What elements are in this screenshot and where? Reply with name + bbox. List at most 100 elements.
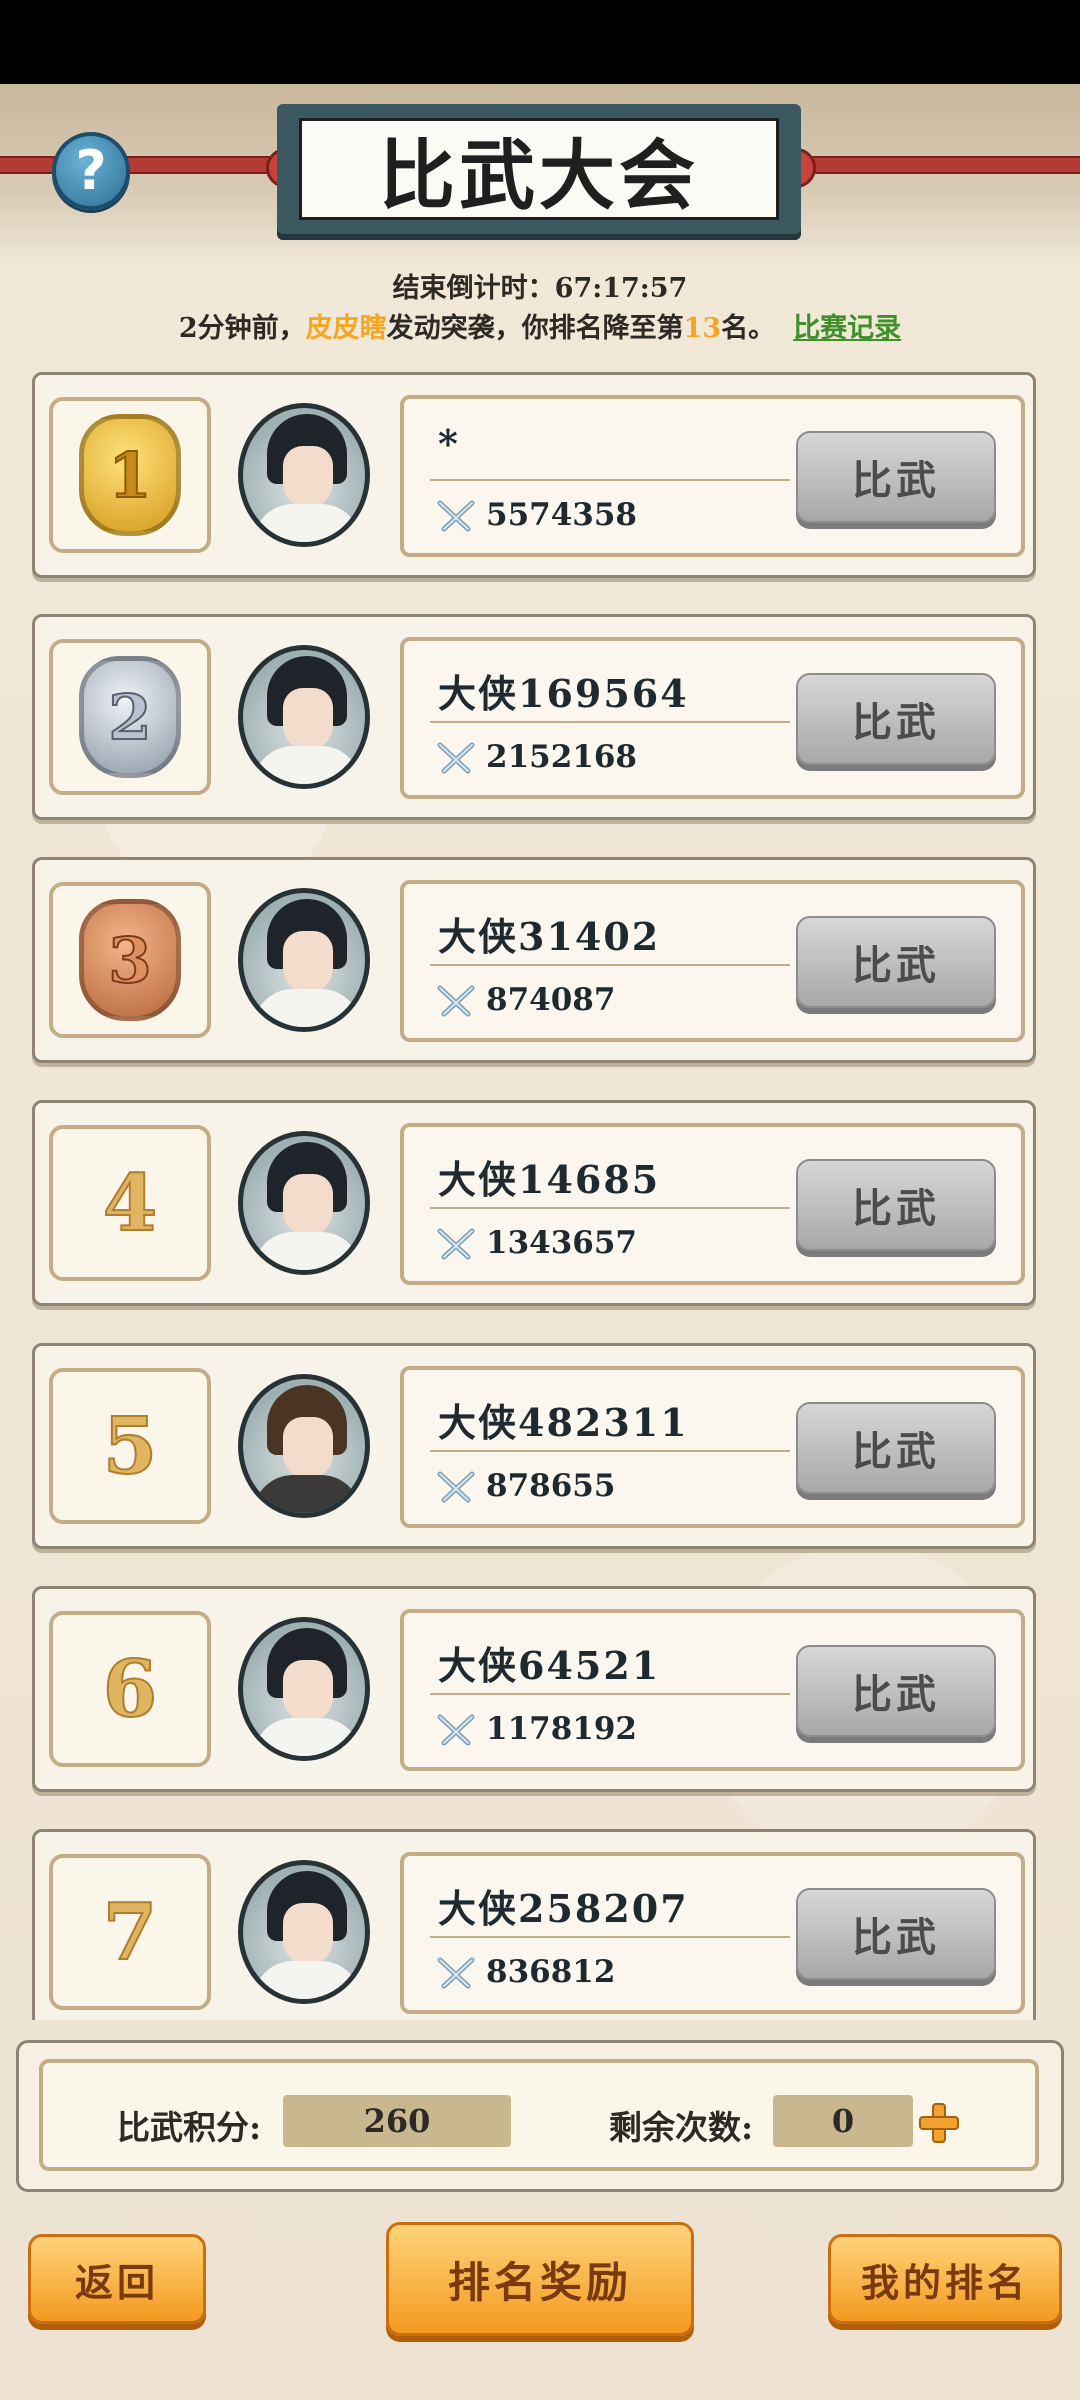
avatar[interactable]	[238, 403, 370, 547]
status-bar	[0, 0, 1080, 84]
silver-medal-icon: 2	[79, 656, 181, 778]
rank-badge-box: 6	[49, 1611, 211, 1767]
rank-number: 4	[102, 1157, 158, 1250]
my-rank-button[interactable]: 我的排名	[828, 2234, 1062, 2324]
player-info: 大侠258207 836812 比武	[400, 1852, 1025, 2014]
player-name: *	[438, 421, 460, 466]
crossed-swords-icon	[437, 1957, 475, 1989]
stats-panel: 比武积分: 260 剩余次数: 0	[16, 2040, 1064, 2192]
rank-badge-box: 5	[49, 1368, 211, 1524]
news-prefix: 2分钟前，	[178, 313, 306, 344]
divider	[430, 964, 790, 966]
back-button[interactable]: 返回	[28, 2234, 206, 2324]
combat-power: 1178192	[486, 1711, 637, 1747]
player-info: 大侠64521 1178192 比武	[400, 1609, 1025, 1771]
gold-medal-icon: 1	[79, 414, 181, 536]
remaining-value: 0	[773, 2095, 913, 2147]
ranking-row: 4 大侠14685 1343657 比武	[32, 1100, 1036, 1306]
fight-button[interactable]: 比武	[796, 673, 996, 765]
fight-button[interactable]: 比武	[796, 1645, 996, 1737]
player-name: 大侠258207	[438, 1886, 689, 1931]
rank-badge-box: 4	[49, 1125, 211, 1281]
avatar[interactable]	[238, 888, 370, 1032]
divider	[430, 479, 790, 481]
fight-button[interactable]: 比武	[796, 431, 996, 523]
score-label: 比武积分:	[117, 2108, 262, 2147]
stats-inner: 比武积分: 260 剩余次数: 0	[39, 2059, 1039, 2171]
countdown-value: 67:17:57	[554, 273, 688, 304]
match-record-link[interactable]: 比赛记录	[793, 313, 901, 344]
crossed-swords-icon	[437, 500, 475, 532]
player-name: 大侠482311	[438, 1400, 689, 1445]
rank-number: 5	[102, 1400, 158, 1493]
combat-power: 878655	[486, 1468, 616, 1504]
news-middle: 发动突袭，你排名降至第	[386, 313, 684, 344]
rank-rewards-label: 排名奖励	[447, 2257, 632, 2307]
my-rank-label: 我的排名	[860, 2259, 1029, 2305]
rope-left	[0, 156, 300, 174]
rank-rewards-button[interactable]: 排名奖励	[386, 2222, 694, 2336]
rope-right	[780, 156, 1080, 174]
combat-power: 874087	[486, 982, 616, 1018]
avatar[interactable]	[238, 1860, 370, 2004]
page-title: 比武大会	[379, 131, 699, 220]
ranking-row: 7 大侠258207 836812 比武	[32, 1829, 1036, 2020]
attack-news: 2分钟前，皮皮瞎发动突袭，你排名降至第13名。 比赛记录	[0, 306, 1080, 345]
fight-button[interactable]: 比武	[796, 916, 996, 1008]
player-info: 大侠14685 1343657 比武	[400, 1123, 1025, 1285]
crossed-swords-icon	[437, 1471, 475, 1503]
fight-button-label: 比武	[852, 1428, 940, 1475]
fight-button[interactable]: 比武	[796, 1888, 996, 1980]
rank-number: 7	[102, 1886, 158, 1979]
rank-number: 6	[102, 1643, 158, 1736]
avatar[interactable]	[238, 1617, 370, 1761]
fight-button-label: 比武	[852, 1671, 940, 1718]
news-suffix: 名。	[721, 313, 776, 344]
player-info: 大侠31402 874087 比武	[400, 880, 1025, 1042]
ranking-list[interactable]: 1 * 5574358 比武 2 大侠169564 2152168 比武 3 大…	[32, 372, 1040, 2020]
add-attempts-button[interactable]	[919, 2103, 959, 2143]
rank-badge-box: 1	[49, 397, 211, 553]
player-name: 大侠14685	[438, 1157, 661, 1202]
avatar[interactable]	[238, 1374, 370, 1518]
news-attacker: 皮皮瞎	[305, 313, 387, 344]
divider	[430, 721, 790, 723]
fight-button[interactable]: 比武	[796, 1402, 996, 1494]
ranking-row: 1 * 5574358 比武	[32, 372, 1036, 578]
ranking-row: 5 大侠482311 878655 比武	[32, 1343, 1036, 1549]
remaining-label: 剩余次数:	[609, 2108, 754, 2147]
crossed-swords-icon	[437, 1714, 475, 1746]
rank-badge-box: 2	[49, 639, 211, 795]
ranking-row: 2 大侠169564 2152168 比武	[32, 614, 1036, 820]
fight-button-label: 比武	[852, 457, 940, 504]
fight-button-label: 比武	[852, 699, 940, 746]
score-value: 260	[283, 2095, 511, 2147]
question-icon: ?	[75, 139, 107, 202]
rank-badge-box: 3	[49, 882, 211, 1038]
divider	[430, 1207, 790, 1209]
divider	[430, 1450, 790, 1452]
rank-badge-box: 7	[49, 1854, 211, 2010]
fight-button-label: 比武	[852, 1914, 940, 1961]
title-frame: 比武大会	[299, 118, 779, 220]
ranking-row: 6 大侠64521 1178192 比武	[32, 1586, 1036, 1792]
title-plaque: 比武大会	[277, 104, 801, 234]
player-info: 大侠482311 878655 比武	[400, 1366, 1025, 1528]
fight-button[interactable]: 比武	[796, 1159, 996, 1251]
help-button[interactable]: ?	[52, 132, 130, 210]
combat-power: 2152168	[486, 739, 637, 775]
news-rank: 13	[683, 313, 722, 344]
player-info: * 5574358 比武	[400, 395, 1025, 557]
avatar[interactable]	[238, 645, 370, 789]
avatar[interactable]	[238, 1131, 370, 1275]
fight-button-label: 比武	[852, 942, 940, 989]
countdown: 结束倒计时：67:17:57	[0, 266, 1080, 305]
ranking-row: 3 大侠31402 874087 比武	[32, 857, 1036, 1063]
player-name: 大侠31402	[438, 914, 661, 959]
divider	[430, 1936, 790, 1938]
countdown-label: 结束倒计时：	[392, 273, 555, 304]
back-button-label: 返回	[74, 2259, 159, 2305]
player-name: 大侠169564	[438, 671, 689, 716]
crossed-swords-icon	[437, 1228, 475, 1260]
bronze-medal-icon: 3	[79, 899, 181, 1021]
